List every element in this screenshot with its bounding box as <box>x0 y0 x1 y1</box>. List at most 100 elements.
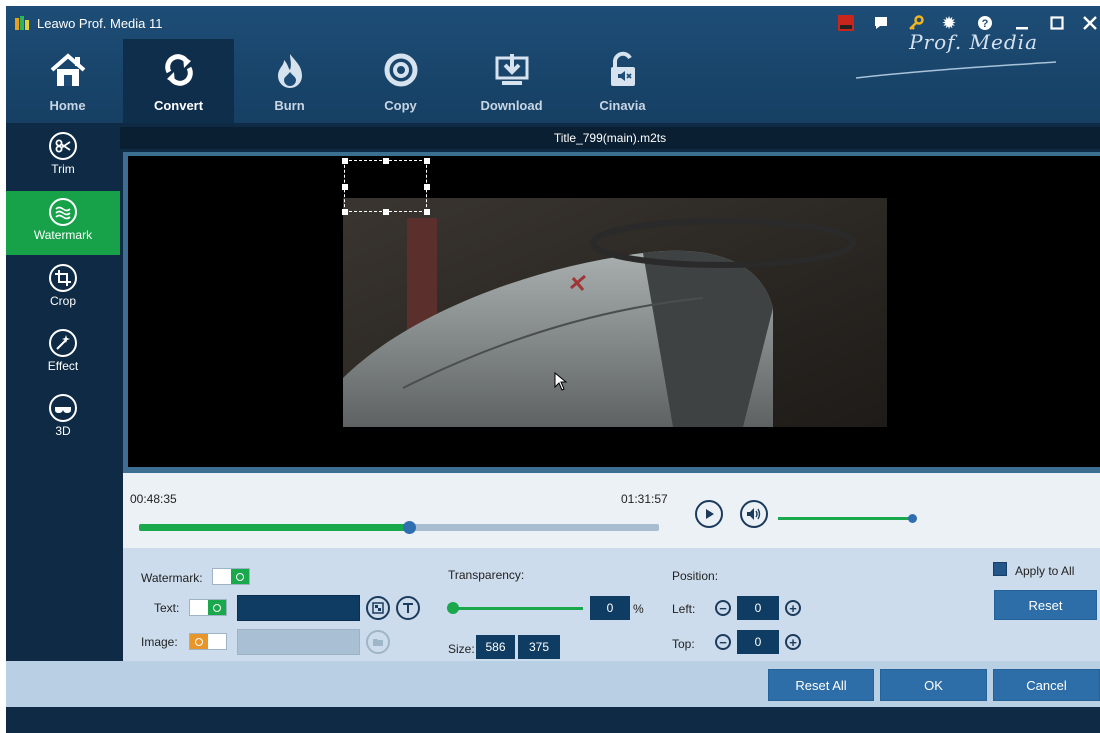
nav-burn[interactable]: Burn <box>234 39 345 123</box>
seek-slider[interactable] <box>139 521 659 534</box>
sidebar-item-trim[interactable]: Trim <box>6 125 120 189</box>
transparency-slider[interactable] <box>447 602 583 614</box>
brand-logo: Prof. Media <box>909 30 1038 54</box>
top-label: Top: <box>672 637 695 651</box>
nav-cinavia[interactable]: Cinavia <box>567 39 678 123</box>
resize-handle[interactable] <box>424 209 430 215</box>
top-increment-button[interactable]: + <box>785 634 801 650</box>
image-toggle[interactable] <box>189 633 227 650</box>
convert-icon <box>164 54 193 86</box>
color-palette-icon <box>372 602 384 614</box>
resize-handle[interactable] <box>383 209 389 215</box>
nav-copy[interactable]: Copy <box>345 39 456 123</box>
nav-convert[interactable]: Convert <box>123 39 234 123</box>
text-label: Text: <box>154 601 180 615</box>
browse-image-button[interactable] <box>366 630 390 654</box>
resize-handle[interactable] <box>342 209 348 215</box>
nav-home[interactable]: Home <box>12 39 123 123</box>
top-bar: Leawo Prof. Media 11 ✹ ? Home Convert Bu… <box>6 6 1100 123</box>
sidebar-item-label: Effect <box>47 359 79 373</box>
size-width-field[interactable]: 586 <box>476 635 515 659</box>
left-decrement-button[interactable]: − <box>715 600 731 616</box>
sidebar-item-label: Watermark <box>33 228 93 242</box>
resize-handle[interactable] <box>424 158 430 164</box>
crop-icon <box>49 264 77 292</box>
svg-text:?: ? <box>982 18 989 30</box>
nav-burn-label: Burn <box>274 98 305 113</box>
image-path-input[interactable] <box>237 629 360 655</box>
app-logo-icon <box>15 16 29 30</box>
watermark-toggle[interactable] <box>212 568 250 585</box>
burn-icon <box>277 54 302 88</box>
download-icon <box>495 54 528 85</box>
maximize-icon[interactable] <box>1046 13 1068 33</box>
sidebar-item-crop[interactable]: Crop <box>6 257 120 321</box>
transparency-unit: % <box>633 602 644 616</box>
amd-icon[interactable] <box>835 13 857 33</box>
watermark-label: Watermark: <box>141 571 203 585</box>
text-toggle[interactable] <box>189 599 227 616</box>
playback-panel: 00:48:35 01:31:57 <box>123 473 1100 548</box>
home-icon <box>50 53 85 86</box>
brand-swoosh <box>856 61 1056 79</box>
feedback-icon[interactable] <box>870 13 892 33</box>
folder-icon <box>373 639 383 646</box>
app-title: Leawo Prof. Media 11 <box>37 16 163 31</box>
reset-button[interactable]: Reset <box>994 590 1097 620</box>
sidebar-item-label: Crop <box>49 294 76 308</box>
sidebar-item-label: Trim <box>51 162 75 176</box>
nav-convert-label: Convert <box>153 98 204 113</box>
left-value-field[interactable]: 0 <box>737 596 779 620</box>
video-frame-image <box>343 198 887 427</box>
sidebar-item-label: 3D <box>55 424 71 438</box>
transparency-handle[interactable] <box>447 602 459 614</box>
sidebar-item-watermark[interactable]: Watermark <box>6 191 120 255</box>
seek-handle[interactable] <box>403 521 417 534</box>
scissors-icon <box>49 132 77 160</box>
status-bar <box>6 707 1100 733</box>
resize-handle[interactable] <box>342 158 348 164</box>
preview-header: Title_799(main).m2ts <box>120 127 1100 149</box>
edit-sidebar: Trim Watermark Crop Effect 3D <box>6 125 120 661</box>
copy-icon <box>384 53 417 87</box>
volume-handle[interactable] <box>908 514 917 523</box>
size-height-field[interactable]: 375 <box>518 635 560 659</box>
file-title: Title_799(main).m2ts <box>553 131 667 145</box>
seek-progress <box>139 524 410 531</box>
top-decrement-button[interactable]: − <box>715 634 731 650</box>
resize-handle[interactable] <box>342 184 348 190</box>
resize-handle[interactable] <box>383 158 389 164</box>
sidebar-item-effect[interactable]: Effect <box>6 322 120 386</box>
nav-home-label: Home <box>49 98 86 113</box>
ok-button[interactable]: OK <box>880 669 987 701</box>
cancel-button[interactable]: Cancel <box>993 669 1100 701</box>
color-picker-button[interactable] <box>366 596 390 620</box>
close-icon[interactable] <box>1079 13 1100 33</box>
transparency-label: Transparency: <box>448 568 525 582</box>
left-increment-button[interactable]: + <box>785 600 801 616</box>
watermark-settings-panel: Watermark: Text: Image: Transparency: 0 … <box>123 548 1100 661</box>
watermark-selection-box[interactable] <box>342 158 430 215</box>
effect-icon <box>49 329 77 357</box>
transparency-value[interactable]: 0 <box>590 596 630 620</box>
top-value-field[interactable]: 0 <box>737 630 779 654</box>
nav-download-label: Download <box>480 98 543 113</box>
play-button[interactable] <box>695 500 723 528</box>
nav-cinavia-label: Cinavia <box>599 98 646 113</box>
mouse-cursor-icon <box>554 372 568 391</box>
volume-slider[interactable] <box>778 514 917 523</box>
watermark-icon <box>49 198 77 226</box>
resize-handle[interactable] <box>424 184 430 190</box>
font-button[interactable] <box>396 596 420 620</box>
3d-glasses-icon <box>49 394 77 422</box>
apply-to-all-checkbox[interactable] <box>993 562 1007 576</box>
dialog-footer: Reset All OK Cancel <box>6 661 1100 707</box>
nav-copy-label: Copy <box>384 98 417 113</box>
sidebar-item-3d[interactable]: 3D <box>6 387 120 451</box>
watermark-text-input[interactable] <box>237 595 360 621</box>
speaker-icon <box>747 508 761 520</box>
nav-download[interactable]: Download <box>456 39 567 123</box>
reset-all-button[interactable]: Reset All <box>768 669 874 701</box>
volume-button[interactable] <box>740 500 768 528</box>
play-icon <box>706 509 714 519</box>
